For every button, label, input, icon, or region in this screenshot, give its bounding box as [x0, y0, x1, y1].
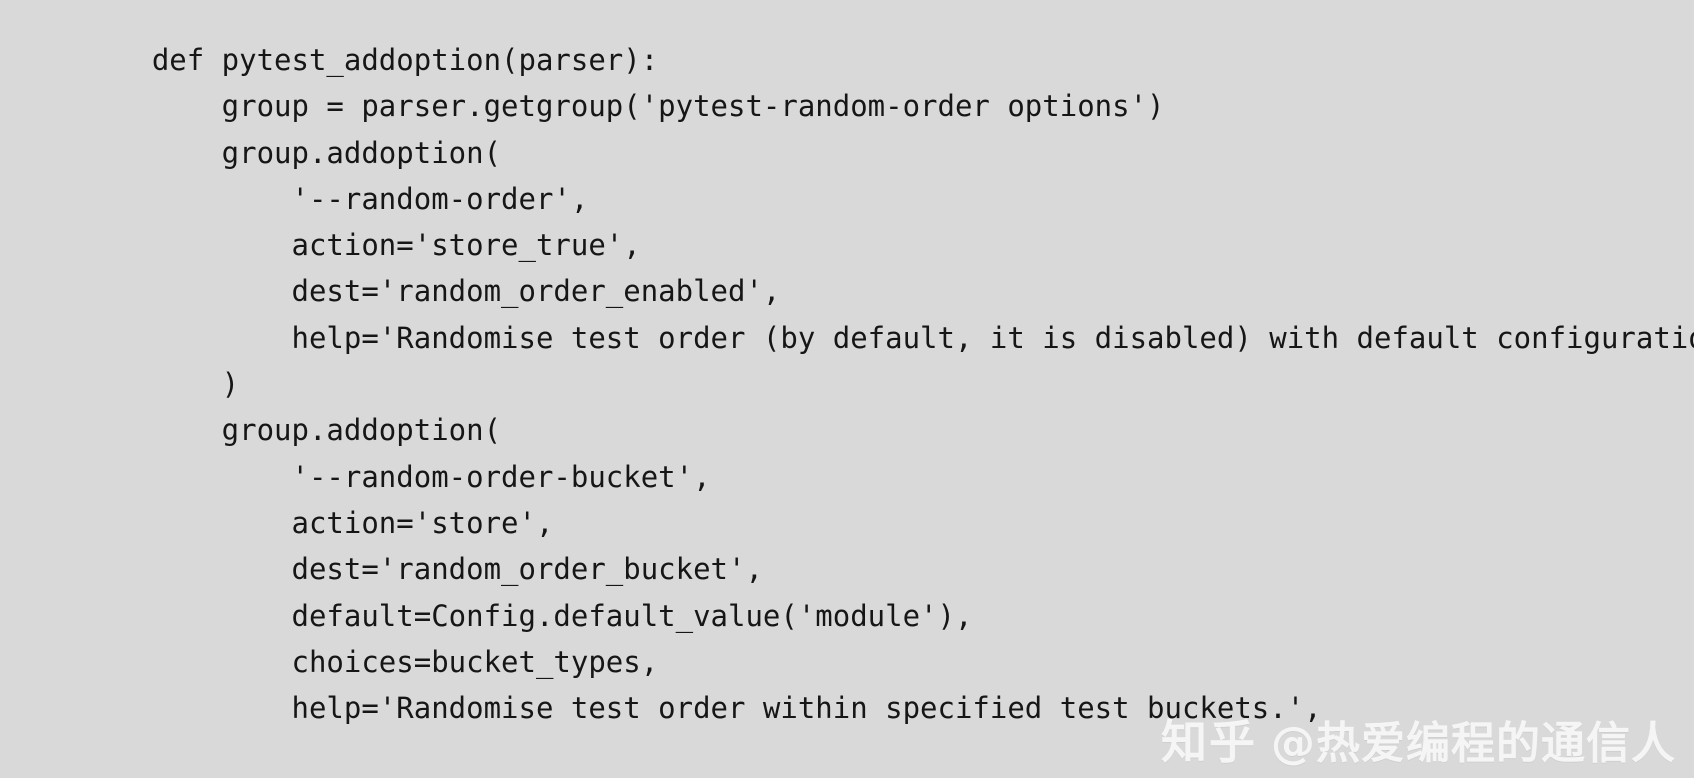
code-line: dest='random_order_bucket',	[82, 552, 763, 587]
code-line: def pytest_addoption(parser):	[82, 43, 659, 77]
code-line: action='store_true',	[82, 228, 641, 263]
code-line: action='store',	[82, 505, 554, 540]
code-line: choices=bucket_types,	[82, 644, 659, 679]
code-line: dest='random_order_enabled',	[82, 274, 781, 309]
code-line: group = parser.getgroup('pytest-random-o…	[82, 89, 1165, 124]
code-line: group.addoption(	[82, 413, 502, 448]
code-line: '--random-order-bucket',	[82, 459, 711, 494]
code-line: '--random-order',	[82, 181, 589, 216]
code-block: def pytest_addoption(parser): group = pa…	[0, 37, 1694, 731]
code-line: group.addoption(	[82, 135, 502, 170]
code-content: def pytest_addoption(parser): group = pa…	[0, 37, 1694, 731]
code-line: help='Randomise test order within specif…	[82, 691, 1322, 726]
code-line: default=Config.default_value('module'),	[82, 598, 973, 633]
code-screenshot: def pytest_addoption(parser): group = pa…	[0, 0, 1694, 778]
code-line: help='Randomise test order (by default, …	[82, 320, 1694, 355]
code-line: )	[82, 367, 240, 402]
